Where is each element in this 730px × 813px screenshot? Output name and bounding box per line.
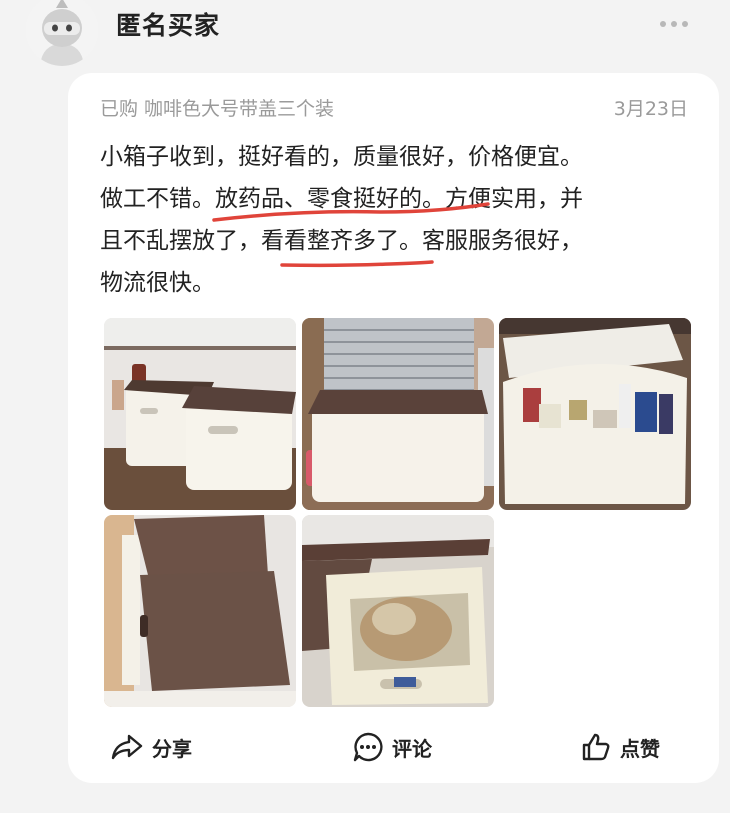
- review-photo[interactable]: [499, 318, 691, 510]
- more-dots-icon: [660, 21, 688, 27]
- review-line: 且不乱摆放了，看看整齐多了。客服服务很好，: [100, 228, 583, 254]
- open-box-with-medicine-photo: [499, 318, 691, 510]
- comment-button[interactable]: 评论: [352, 722, 432, 772]
- comment-bubble-icon: [353, 732, 383, 762]
- review-photo[interactable]: [104, 515, 296, 707]
- purchase-info[interactable]: 已购 咖啡色大号带盖三个装: [100, 94, 334, 121]
- review-meta: 已购 咖啡色大号带盖三个装 3月23日: [100, 94, 690, 122]
- thumbs-up-icon: [582, 733, 610, 761]
- comment-label: 评论: [392, 736, 432, 761]
- avatar[interactable]: [26, 0, 98, 66]
- ninja-avatar-icon: [26, 0, 98, 66]
- review-date: 3月23日: [613, 98, 688, 120]
- review-header: 匿名买家: [0, 0, 730, 72]
- share-button[interactable]: 分享: [110, 722, 192, 772]
- like-label: 点赞: [620, 736, 660, 761]
- review-photo[interactable]: [104, 318, 296, 510]
- review-text: 小箱子收到，挺好看的，质量很好，价格便宜。 做工不错。放药品、零食挺好的。方便实…: [100, 136, 700, 304]
- action-bar: 分享 评论 点赞: [0, 722, 730, 772]
- share-arrow-icon: [111, 734, 143, 760]
- review-line: 小箱子收到，挺好看的，质量很好，价格便宜。: [100, 144, 583, 170]
- review-photo[interactable]: [302, 318, 494, 510]
- box-lid-closeup-photo: [104, 515, 296, 707]
- open-box-with-snacks-photo: [302, 515, 494, 707]
- more-options-button[interactable]: [654, 8, 694, 38]
- review-line: 物流很快。: [100, 270, 215, 296]
- share-label: 分享: [152, 736, 192, 761]
- review-line: 做工不错。放药品、零食挺好的。方便实用，并: [100, 186, 583, 212]
- closed-storage-box-photo: [302, 318, 494, 510]
- two-storage-boxes-photo: [104, 318, 296, 510]
- review-photo[interactable]: [302, 515, 494, 707]
- like-button[interactable]: 点赞: [580, 722, 660, 772]
- username[interactable]: 匿名买家: [116, 6, 220, 42]
